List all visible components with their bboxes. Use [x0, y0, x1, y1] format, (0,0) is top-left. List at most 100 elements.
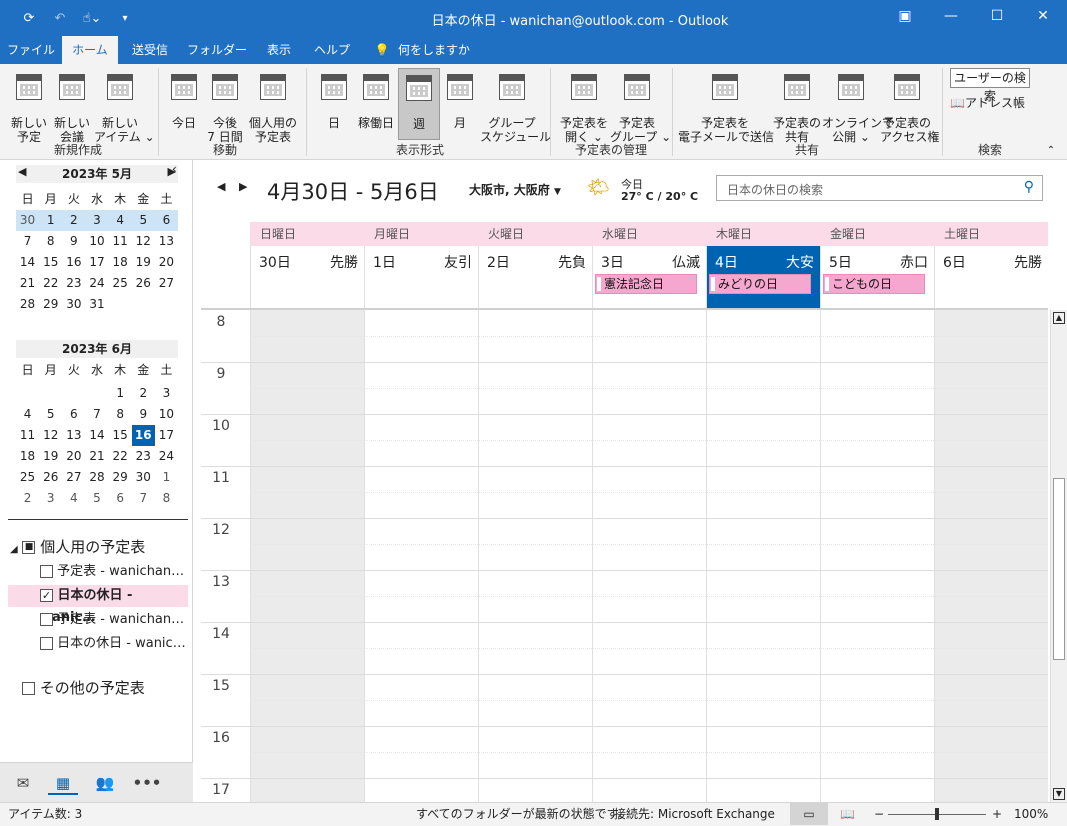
customize-qat-icon[interactable]: ▾	[116, 0, 134, 36]
today-button[interactable]: 今日	[164, 74, 204, 138]
mini-day[interactable]: 8	[39, 231, 62, 252]
address-book-button[interactable]: 📖アドレス帳	[950, 94, 1030, 112]
search-icon[interactable]: ⚲	[1024, 179, 1034, 195]
mini-day[interactable]: 7	[85, 404, 108, 425]
mini-day[interactable]: 29	[39, 294, 62, 315]
mini-day[interactable]: 17	[85, 252, 108, 273]
mini-day[interactable]: 11	[16, 425, 39, 446]
day-column[interactable]	[934, 310, 1048, 802]
mini-day[interactable]: 23	[62, 273, 85, 294]
day-column[interactable]	[592, 310, 706, 802]
mini-day[interactable]: 24	[155, 446, 178, 467]
holiday-event[interactable]: こどもの日	[823, 274, 925, 294]
mini-day[interactable]	[109, 294, 132, 315]
calendar-icon[interactable]: ▦	[48, 771, 78, 795]
mini-day[interactable]: 14	[85, 425, 108, 446]
tell-me-search[interactable]: 何をしますか	[394, 36, 474, 64]
other-checkbox[interactable]	[22, 682, 35, 695]
next-7-days-button[interactable]: 今後 7 日間	[204, 74, 246, 144]
folder-checkbox[interactable]	[40, 565, 53, 578]
mini-day[interactable]: 25	[109, 273, 132, 294]
mini-day[interactable]	[155, 294, 178, 315]
mini-day[interactable]: 28	[16, 294, 39, 315]
mini-day[interactable]: 27	[155, 273, 178, 294]
folder-item[interactable]: 日本の休日 - wanic…	[40, 633, 188, 655]
mini-day[interactable]: 15	[39, 252, 62, 273]
folder-checkbox-checked[interactable]: ✓	[40, 589, 53, 602]
prev-month-icon[interactable]: ◀	[18, 165, 26, 178]
mini-day[interactable]: 10	[85, 231, 108, 252]
folder-item-selected[interactable]: ✓ 日本の休日 - wanic…	[8, 585, 188, 625]
mini-day[interactable]: 25	[16, 467, 39, 488]
folder-item[interactable]: 予定表 - wanichan…	[40, 609, 188, 631]
mini-day[interactable]: 6	[62, 404, 85, 425]
day-column[interactable]	[820, 310, 934, 802]
mini-day[interactable]: 4	[16, 404, 39, 425]
day-cell[interactable]: 6日 先勝	[934, 246, 1048, 308]
share-calendar-button[interactable]: 予定表の 共有	[772, 74, 822, 144]
scroll-down-icon[interactable]: ▼	[1053, 788, 1065, 800]
mini-day[interactable]: 2	[62, 210, 85, 231]
mini-day[interactable]: 5	[132, 210, 155, 231]
mini-day[interactable]: 18	[16, 446, 39, 467]
day-column[interactable]	[478, 310, 592, 802]
day-cell[interactable]: 3日 仏滅 憲法記念日	[592, 246, 706, 308]
open-calendar-button[interactable]: 予定表を 開く ⌄	[556, 74, 612, 144]
normal-view-icon[interactable]: ▭	[790, 803, 828, 825]
mini-day[interactable]: 7	[132, 488, 155, 509]
tab-view[interactable]: 表示	[256, 36, 302, 64]
holiday-event[interactable]: みどりの日	[709, 274, 811, 294]
day-cell[interactable]: 5日 赤口 こどもの日	[820, 246, 934, 308]
group-checkbox[interactable]: ■	[22, 541, 36, 554]
mini-day[interactable]: 16	[131, 425, 155, 446]
mini-day[interactable]: 6	[155, 210, 178, 231]
mini-day[interactable]: 12	[132, 231, 155, 252]
mini-day[interactable]: 3	[85, 210, 108, 231]
mini-day[interactable]: 1	[39, 210, 62, 231]
mini-day[interactable]: 2	[132, 383, 155, 404]
mini-day[interactable]: 29	[109, 467, 132, 488]
tab-home[interactable]: ホーム	[62, 36, 118, 66]
personal-calendar-button[interactable]: 個人用の 予定表	[246, 74, 300, 144]
day-cell[interactable]: 4日 大安 みどりの日	[706, 246, 820, 308]
view-month-button[interactable]: 月	[442, 74, 478, 138]
mail-icon[interactable]: ✉	[8, 771, 38, 795]
folder-group-other[interactable]: その他の予定表	[22, 677, 210, 699]
vertical-scrollbar[interactable]: ▲ ▼	[1050, 310, 1067, 802]
day-column[interactable]	[364, 310, 478, 802]
mini-day[interactable]: 30	[16, 210, 39, 231]
mini-day[interactable]: 26	[132, 273, 155, 294]
mini-day[interactable]: 2	[16, 488, 39, 509]
mini-day[interactable]	[16, 383, 39, 404]
mini-day[interactable]: 17	[155, 425, 178, 446]
touch-mode-icon[interactable]: ☝⌄	[74, 0, 110, 36]
mini-day[interactable]: 20	[62, 446, 85, 467]
tab-send-receive[interactable]: 送受信	[122, 36, 178, 64]
mini-day[interactable]: 6	[109, 488, 132, 509]
folder-item[interactable]: 予定表 - wanichan…	[40, 561, 188, 583]
mini-day[interactable]: 1	[109, 383, 132, 404]
calendar-groups-button[interactable]: 予定表 グループ ⌄	[610, 74, 671, 144]
mini-day[interactable]: 19	[132, 252, 155, 273]
people-icon[interactable]: 👥	[90, 771, 120, 795]
mini-day[interactable]: 21	[16, 273, 39, 294]
mini-day[interactable]: 3	[155, 383, 178, 404]
schedule-view-button[interactable]: グループ スケジュール	[480, 74, 551, 144]
mini-day[interactable]	[132, 294, 155, 315]
mini-day[interactable]: 5	[85, 488, 108, 509]
mini-day[interactable]: 4	[62, 488, 85, 509]
view-week-button[interactable]: 週	[398, 68, 440, 140]
mini-day[interactable]: 26	[39, 467, 62, 488]
holiday-event[interactable]: 憲法記念日	[595, 274, 697, 294]
mini-day[interactable]: 10	[155, 404, 178, 425]
mini-day[interactable]: 28	[85, 467, 108, 488]
view-workweek-button[interactable]: 稼働日	[356, 74, 396, 138]
mini-day[interactable]: 4	[109, 210, 132, 231]
sync-icon[interactable]: ⟳	[18, 0, 40, 36]
mini-day[interactable]: 16	[62, 252, 85, 273]
mini-day[interactable]: 1	[155, 467, 178, 488]
collapse-ribbon-icon[interactable]: ⌃	[1044, 144, 1058, 156]
mini-day[interactable]: 31	[85, 294, 108, 315]
mini-day[interactable]: 22	[109, 446, 132, 467]
mini-day[interactable]	[39, 383, 62, 404]
